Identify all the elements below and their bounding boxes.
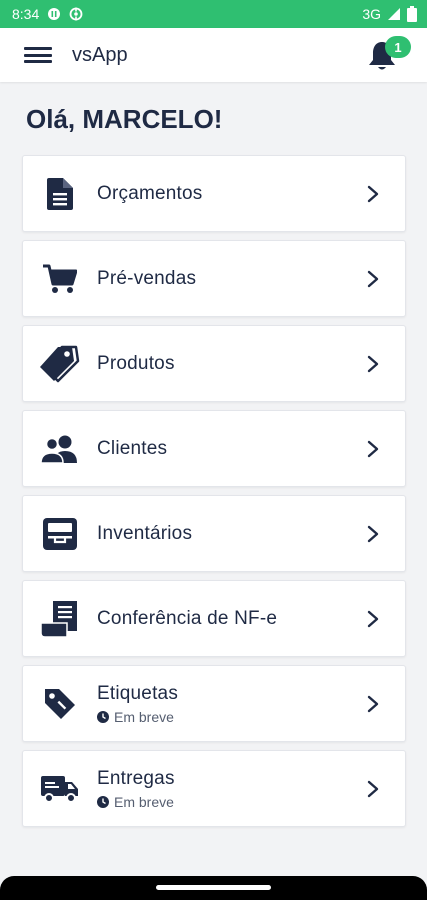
greeting-title: Olá, MARCELO! (26, 104, 223, 134)
menu-item-pre-vendas[interactable]: Pré-vendas (22, 240, 406, 317)
menu-item-clientes[interactable]: Clientes (22, 410, 406, 487)
signal-icon (388, 8, 400, 20)
inbox-icon (43, 517, 77, 550)
notification-badge: 1 (385, 36, 411, 58)
menu-item-label: Etiquetas (97, 682, 179, 704)
chevron-right-icon (367, 355, 379, 372)
status-time: 8:34 (12, 6, 40, 22)
menu-item-orcamentos[interactable]: Orçamentos (22, 155, 406, 232)
system-navigation-bar (0, 876, 427, 900)
app-bar: vsApp 1 (0, 28, 427, 82)
menu-item-label: Pré-vendas (97, 267, 197, 289)
cart-icon (43, 264, 77, 293)
menu-item-label: Inventários (97, 522, 193, 544)
tag-icon (45, 688, 75, 719)
clock-icon (97, 710, 109, 723)
tags-icon (40, 345, 80, 382)
status-bar: 8:34 3G (0, 0, 427, 28)
coming-soon-text: Em breve (114, 708, 174, 725)
menu-list: Orçamentos Pré-vendas Produtos Clientes … (22, 155, 406, 835)
chevron-right-icon (367, 695, 379, 712)
users-icon (41, 435, 77, 463)
document-icon (47, 177, 73, 210)
battery-icon (407, 6, 417, 22)
chevron-right-icon (367, 610, 379, 627)
menu-item-label: Conferência de NF-e (97, 607, 278, 629)
chevron-right-icon (367, 440, 379, 457)
home-gesture-pill[interactable] (156, 885, 271, 890)
app-title: vsApp (72, 43, 128, 66)
menu-item-etiquetas[interactable]: Etiquetas Em breve (22, 665, 406, 742)
coming-soon-note: Em breve (97, 794, 405, 810)
menu-item-label: Entregas (97, 767, 175, 789)
chevron-right-icon (367, 185, 379, 202)
receipt-icon (41, 600, 77, 637)
sync-status-icon (69, 7, 83, 21)
chevron-right-icon (367, 525, 379, 542)
hamburger-menu-icon[interactable] (24, 44, 52, 66)
menu-item-conferencia-nfe[interactable]: Conferência de NF-e (22, 580, 406, 657)
notifications-button[interactable]: 1 (363, 36, 411, 74)
menu-item-label: Orçamentos (97, 182, 203, 204)
clock-icon (97, 795, 109, 808)
chevron-right-icon (367, 270, 379, 287)
pause-status-icon (48, 8, 61, 20)
network-type: 3G (362, 6, 381, 22)
coming-soon-note: Em breve (97, 709, 405, 725)
chevron-right-icon (367, 780, 379, 797)
truck-icon (41, 775, 78, 803)
menu-item-produtos[interactable]: Produtos (22, 325, 406, 402)
coming-soon-text: Em breve (114, 793, 174, 810)
menu-item-inventarios[interactable]: Inventários (22, 495, 406, 572)
menu-item-entregas[interactable]: Entregas Em breve (22, 750, 406, 827)
menu-item-label: Clientes (97, 437, 168, 459)
menu-item-label: Produtos (97, 352, 175, 374)
